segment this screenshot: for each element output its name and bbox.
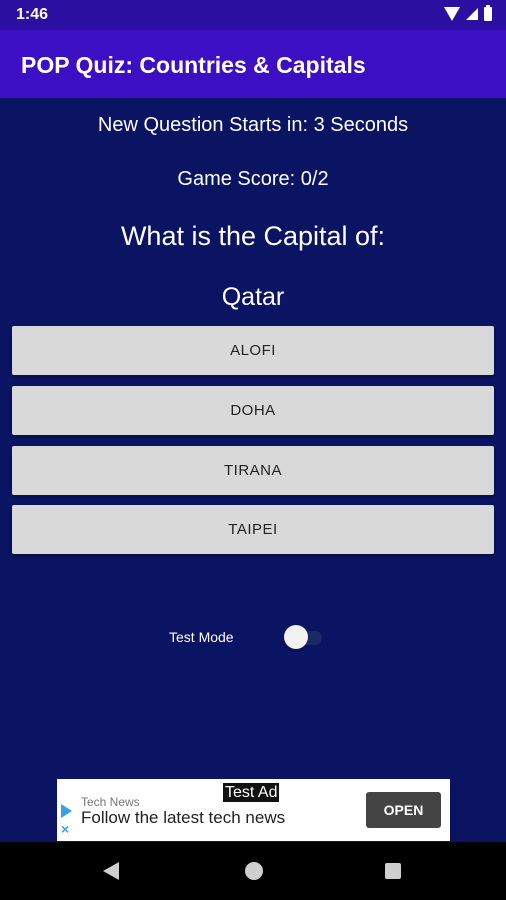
status-time: 1:46: [16, 6, 49, 23]
answer-button-3[interactable]: TIRANA: [12, 446, 494, 495]
battery-icon: [484, 5, 492, 21]
countdown-text: New Question Starts in: 3 Seconds: [97, 114, 409, 136]
ad-open-button[interactable]: OPEN: [366, 792, 441, 828]
toggle-thumb[interactable]: [284, 625, 308, 649]
answer-button-2[interactable]: DOHA: [12, 386, 494, 435]
answer-button-4[interactable]: TAIPEI: [12, 505, 494, 554]
game-score: Game Score: 0/2: [177, 168, 329, 190]
app-bar: POP Quiz: Countries & Capitals: [0, 30, 506, 98]
country-name: Qatar: [221, 283, 285, 311]
status-icons: [444, 5, 492, 21]
home-icon[interactable]: [245, 862, 263, 880]
ad-source: Tech News: [81, 795, 140, 809]
ad-choices-icon[interactable]: [61, 804, 72, 818]
close-icon[interactable]: ×: [61, 821, 69, 837]
signal-icon: [466, 8, 478, 20]
wifi-icon: [444, 7, 460, 21]
test-mode-label: Test Mode: [169, 629, 234, 645]
recents-icon[interactable]: [385, 863, 401, 879]
test-mode-toggle[interactable]: [284, 625, 324, 649]
nav-bar: [0, 842, 506, 900]
ad-banner[interactable]: Test Ad × Tech News Follow the latest te…: [57, 779, 450, 841]
status-bar: 1:46: [0, 0, 506, 30]
answer-button-1[interactable]: ALOFI: [12, 326, 494, 375]
question-text: What is the Capital of:: [120, 221, 386, 251]
back-icon[interactable]: [103, 862, 119, 880]
ad-headline[interactable]: Follow the latest tech news: [81, 808, 285, 828]
app-title: POP Quiz: Countries & Capitals: [21, 52, 366, 78]
ad-tag: Test Ad: [223, 783, 280, 802]
